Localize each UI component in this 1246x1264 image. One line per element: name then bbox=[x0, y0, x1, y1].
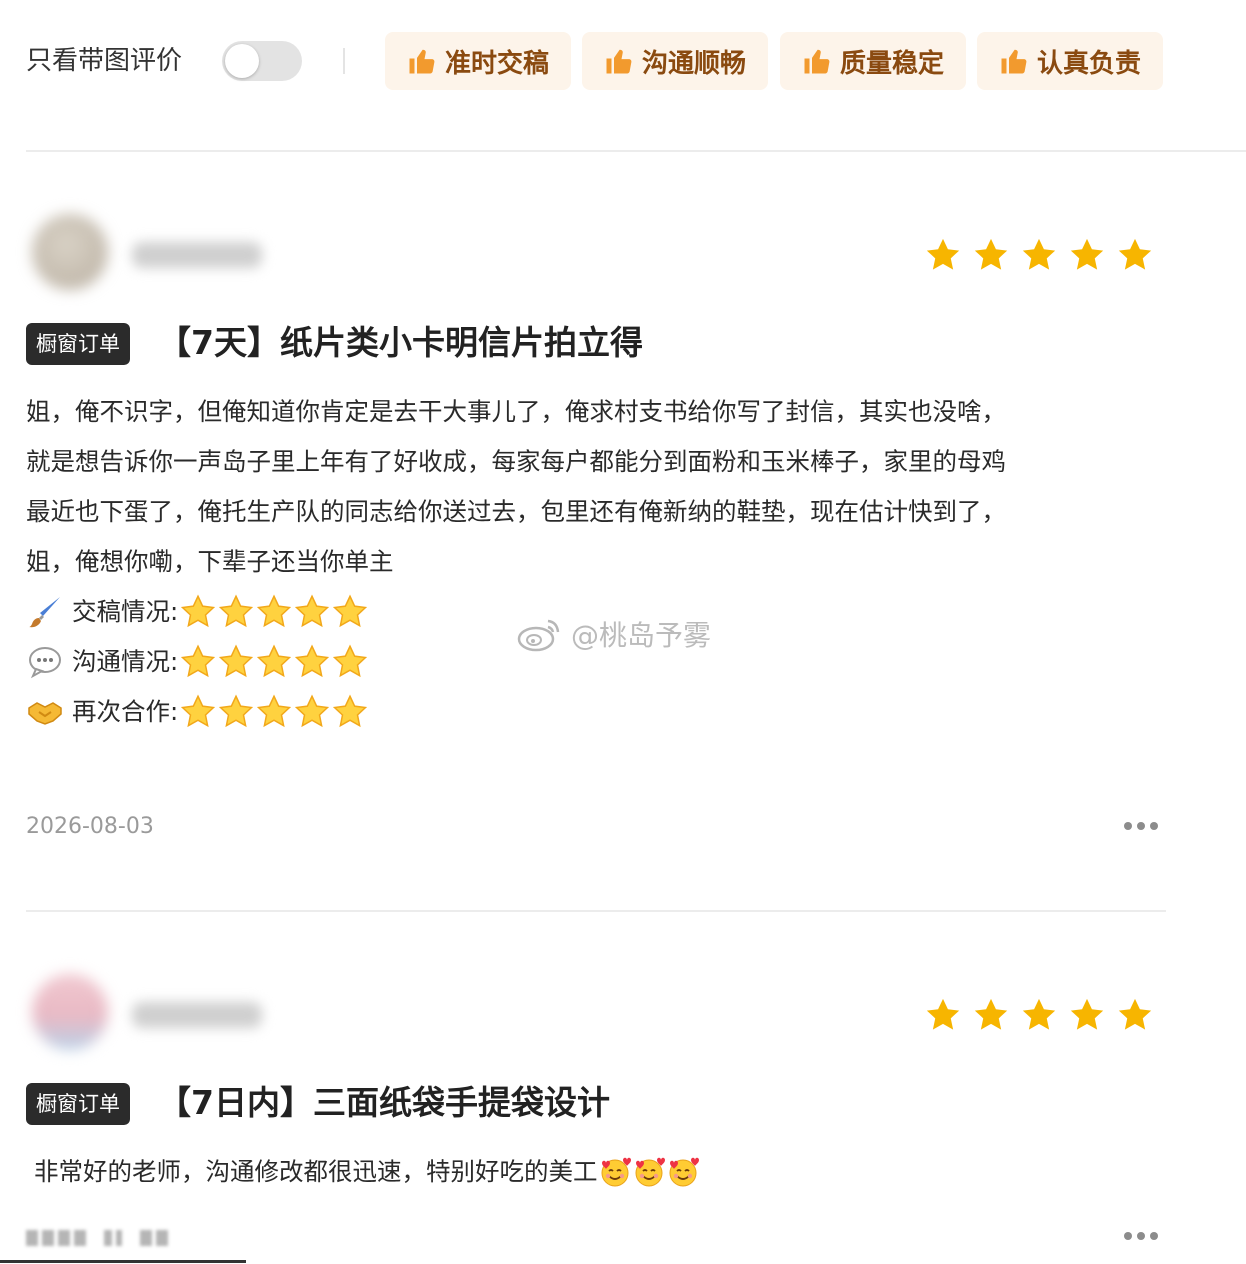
star-emoji-icon bbox=[219, 694, 254, 728]
tag-label: 认真负责 bbox=[1036, 48, 1141, 79]
star-icon bbox=[1022, 238, 1056, 270]
smiling-face-with-hearts-icon bbox=[635, 1157, 665, 1187]
thumbs-up-icon bbox=[804, 49, 830, 74]
dot bbox=[1124, 822, 1132, 830]
tag-stable-quality[interactable]: 质量稳定 bbox=[780, 32, 966, 90]
review-date: 2026-08-03 bbox=[26, 814, 154, 839]
dot bbox=[1124, 1232, 1132, 1240]
smiling-face-with-hearts-icon bbox=[669, 1157, 699, 1187]
sub-rating-label: 交稿情况: bbox=[72, 597, 179, 626]
star-emoji-icon bbox=[181, 694, 216, 728]
tag-smooth-communication[interactable]: 沟通顺畅 bbox=[582, 32, 768, 90]
thumbs-up-icon bbox=[606, 49, 632, 74]
username-blurred bbox=[132, 242, 262, 268]
star-icon bbox=[974, 238, 1008, 270]
dot bbox=[1137, 822, 1145, 830]
product-title[interactable]: 【7天】纸片类小卡明信片拍立得 bbox=[158, 321, 643, 365]
star-icon bbox=[1118, 998, 1152, 1030]
star-emoji-icon bbox=[181, 594, 216, 628]
handshake-icon bbox=[26, 693, 64, 731]
review-text: 非常好的老师，沟通修改都很迅速，特别好吃的美工 bbox=[34, 1147, 1184, 1197]
only-with-images-label: 只看带图评价 bbox=[26, 46, 183, 76]
star-icon bbox=[1118, 238, 1152, 270]
sub-rating-label: 沟通情况: bbox=[72, 647, 179, 676]
star-icon bbox=[926, 998, 960, 1030]
section-divider bbox=[26, 150, 1246, 152]
star-icon bbox=[1070, 998, 1104, 1030]
only-with-images-toggle[interactable] bbox=[222, 41, 302, 81]
review-text-content: 非常好的老师，沟通修改都很迅速，特别好吃的美工 bbox=[34, 1157, 598, 1186]
sub-rating-stars bbox=[180, 694, 368, 730]
star-emoji-icon bbox=[295, 694, 330, 728]
review-text: 姐，俺不识字，但俺知道你肯定是去干大事儿了，俺求村支书给你写了封信，其实也没啥，… bbox=[26, 387, 1176, 737]
sub-rating-stars bbox=[180, 594, 368, 630]
paintbrush-icon bbox=[26, 593, 64, 631]
review-text-line: 就是想告诉你一声岛子里上年有了好收成，每家每户都能分到面粉和玉米棒子，家里的母鸡 bbox=[26, 447, 1006, 476]
thumbs-up-icon bbox=[1001, 49, 1027, 74]
weibo-logo-icon bbox=[517, 619, 560, 652]
dot bbox=[1150, 1232, 1158, 1240]
review-filter-bar: 只看带图评价 准时交稿 沟通顺畅 质量稳定 认真负责 bbox=[0, 0, 1246, 120]
review-text-line: 非常好的老师，沟通修改都很迅速，特别好吃的美工 bbox=[34, 1147, 1184, 1197]
rating-stars bbox=[924, 236, 1154, 274]
tag-label: 沟通顺畅 bbox=[641, 48, 746, 79]
thumbs-up-icon bbox=[409, 49, 435, 74]
bottom-edge-line bbox=[0, 1260, 246, 1263]
star-emoji-icon bbox=[257, 694, 292, 728]
sub-rating-stars bbox=[180, 644, 368, 680]
rating-stars bbox=[924, 996, 1154, 1034]
star-icon bbox=[974, 998, 1008, 1030]
toggle-knob bbox=[225, 44, 259, 78]
order-type-badge: 橱窗订单 bbox=[26, 1083, 130, 1125]
tag-on-time-delivery[interactable]: 准时交稿 bbox=[385, 32, 571, 90]
review-text-line: 姐，俺不识字，但俺知道你肯定是去干大事儿了，俺求村支书给你写了封信，其实也没啥， bbox=[26, 397, 1006, 426]
star-emoji-icon bbox=[333, 694, 368, 728]
more-options-button[interactable] bbox=[1124, 819, 1158, 833]
speech-bubble-icon bbox=[26, 643, 64, 681]
watermark-text: @桃岛予雾 bbox=[571, 619, 712, 652]
star-icon bbox=[926, 238, 960, 270]
star-icon bbox=[1022, 998, 1056, 1030]
tag-responsible[interactable]: 认真负责 bbox=[977, 32, 1163, 90]
review-text-line: 姐，俺想你嘞，下辈子还当你单主 bbox=[26, 547, 394, 576]
avatar[interactable] bbox=[32, 974, 108, 1050]
tag-label: 准时交稿 bbox=[444, 48, 549, 79]
username-blurred bbox=[132, 1002, 262, 1028]
dot bbox=[1150, 822, 1158, 830]
star-emoji-icon bbox=[333, 594, 368, 628]
smiling-face-with-hearts-icon bbox=[601, 1157, 631, 1187]
review-text-line: 最近也下蛋了，俺托生产队的同志给你送过去，包里还有俺新纳的鞋垫，现在估计快到了， bbox=[26, 497, 1006, 526]
star-icon bbox=[1070, 238, 1104, 270]
star-emoji-icon bbox=[333, 644, 368, 678]
star-emoji-icon bbox=[181, 644, 216, 678]
star-emoji-icon bbox=[257, 644, 292, 678]
star-emoji-icon bbox=[257, 594, 292, 628]
avatar[interactable] bbox=[32, 214, 108, 290]
weibo-watermark: @桃岛予雾 bbox=[515, 614, 711, 654]
star-emoji-icon bbox=[219, 594, 254, 628]
review-date-blurred bbox=[26, 1230, 168, 1246]
order-type-badge: 橱窗订单 bbox=[26, 323, 130, 365]
product-title[interactable]: 【7日内】三面纸袋手提袋设计 bbox=[158, 1081, 610, 1125]
more-options-button[interactable] bbox=[1124, 1229, 1158, 1243]
star-emoji-icon bbox=[295, 594, 330, 628]
star-emoji-icon bbox=[295, 644, 330, 678]
dot bbox=[1137, 1232, 1145, 1240]
sub-rating-cooperate-again: 再次合作: bbox=[26, 687, 1176, 737]
vertical-divider bbox=[343, 48, 345, 74]
review-divider bbox=[26, 910, 1166, 912]
tag-label: 质量稳定 bbox=[839, 48, 944, 79]
sub-rating-label: 再次合作: bbox=[72, 697, 179, 726]
star-emoji-icon bbox=[219, 644, 254, 678]
